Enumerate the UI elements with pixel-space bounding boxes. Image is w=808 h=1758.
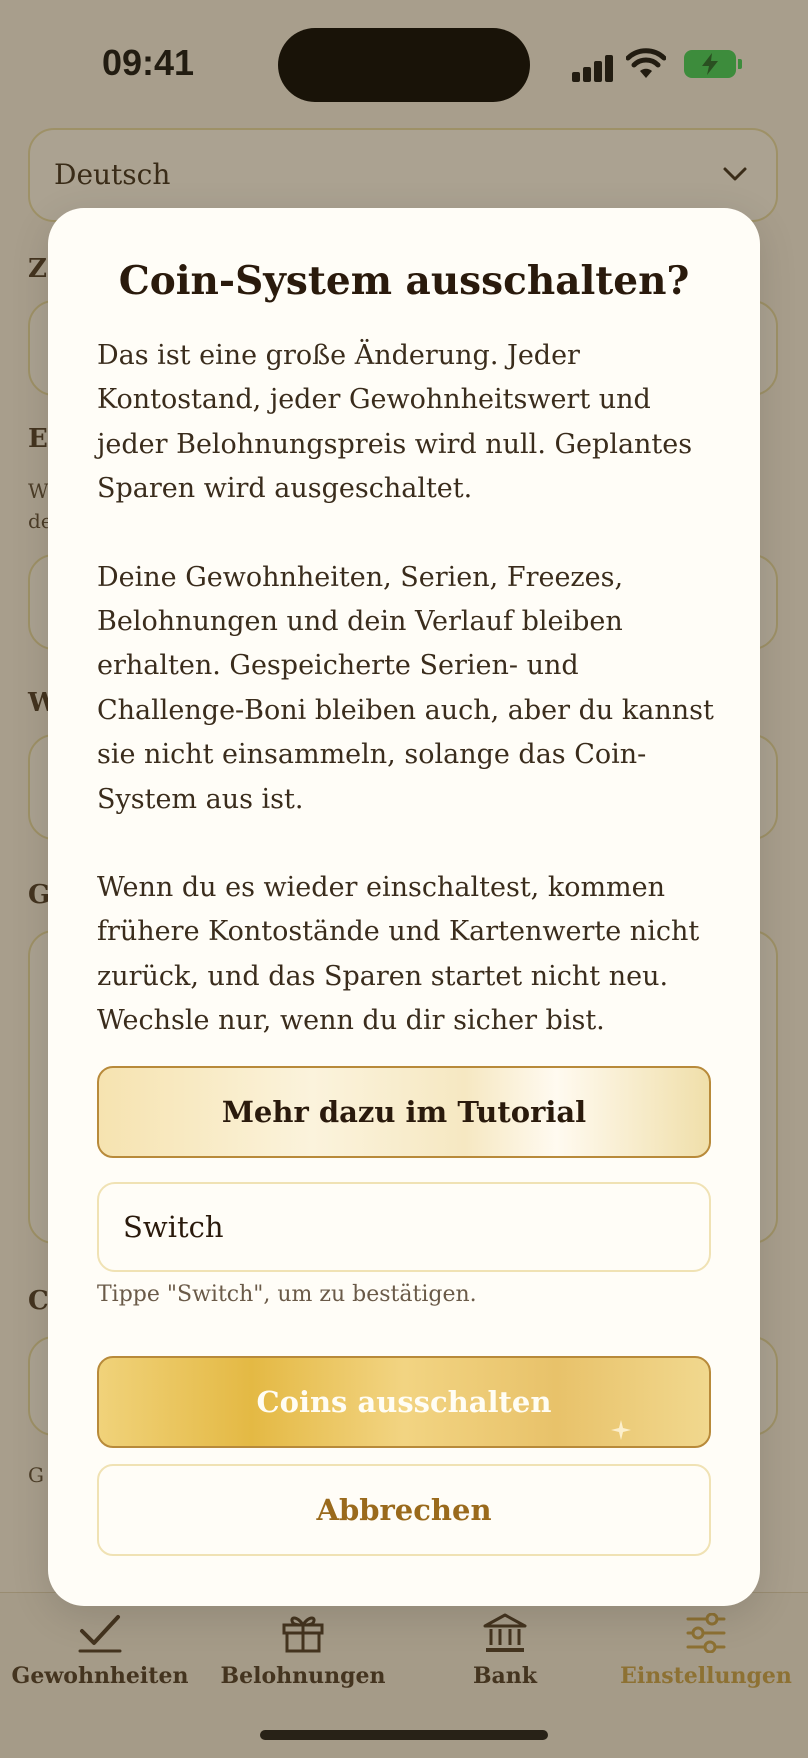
cancel-button[interactable]: Abbrechen [97,1464,711,1556]
tutorial-button[interactable]: Mehr dazu im Tutorial [97,1066,711,1158]
sparkle-icon [611,1420,631,1440]
dialog-body: Das ist eine große Änderung. Jeder Konto… [97,334,723,1044]
disable-coins-label: Coins ausschalten [256,1385,552,1419]
dialog-paragraph: Deine Gewohnheiten, Serien, Freezes, Bel… [97,561,714,815]
confirm-text-input[interactable] [97,1182,711,1272]
disable-coins-button[interactable]: Coins ausschalten [97,1356,711,1448]
confirm-helper-text: Tippe "Switch", um zu bestätigen. [97,1282,477,1307]
settings-screen: 09:41 Deutsch Z E W de W G C G Gewohnhei… [0,0,808,1758]
disable-coin-system-dialog: Coin-System ausschalten? Das ist eine gr… [48,208,760,1606]
dialog-title: Coin-System ausschalten? [118,258,690,304]
dialog-paragraph: Das ist eine große Änderung. Jeder Konto… [97,340,693,505]
dialog-paragraph: Wenn du es wieder einschaltest, kommen f… [97,872,700,1037]
